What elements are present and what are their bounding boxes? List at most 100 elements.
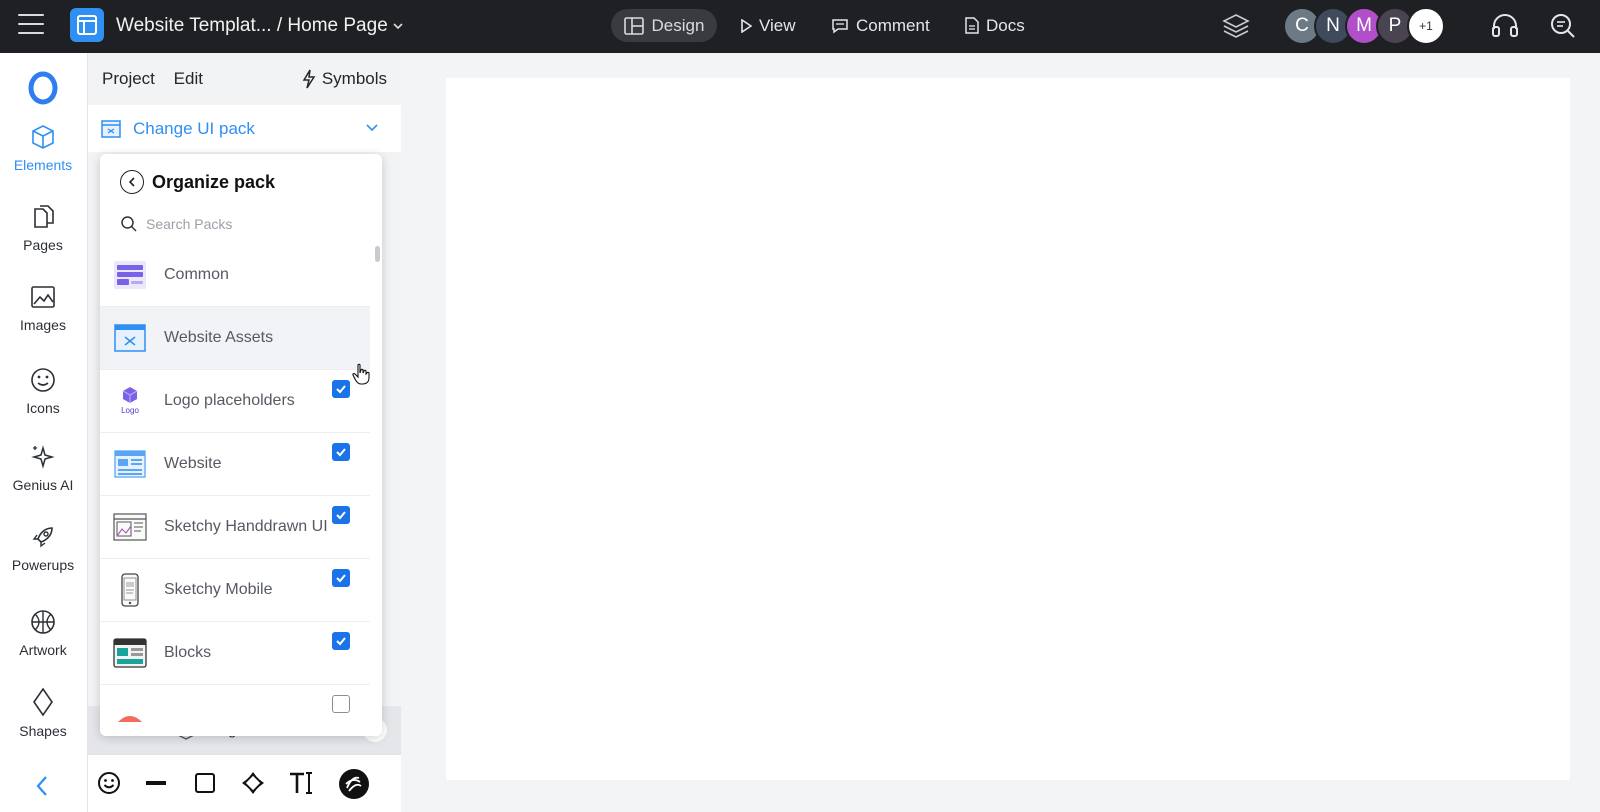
rail-item-artwork[interactable]: Artwork (0, 608, 86, 658)
document-title[interactable]: Website Templat... / Home Page (116, 15, 388, 37)
rail-label: Icons (26, 400, 60, 416)
pack-name: Website Assets (164, 329, 274, 346)
scrollbar[interactable] (375, 246, 380, 262)
rail-label: Shapes (19, 723, 67, 739)
website-assets-pack-icon (114, 324, 146, 352)
collapse-panel-icon[interactable] (32, 773, 54, 804)
more-collaborators-badge[interactable]: +1 (1407, 7, 1445, 45)
chevron-down-icon[interactable] (392, 15, 404, 40)
rectangle-tool-icon[interactable] (192, 770, 218, 801)
rail-item-images[interactable]: Images (0, 283, 86, 333)
view-label: View (759, 15, 796, 35)
rail-label: Pages (23, 237, 63, 253)
rail-label: Genius AI (12, 477, 74, 493)
app-logo[interactable] (70, 8, 104, 42)
pack-search (120, 211, 360, 237)
pack-name: Common (164, 266, 229, 283)
sketch-style-icon[interactable] (338, 768, 370, 805)
pack-checkbox[interactable] (332, 569, 350, 587)
pack-name: Sketchy Handdrawn UI (164, 518, 328, 535)
artboard[interactable] (446, 78, 1570, 780)
check-icon (336, 637, 346, 646)
left-icon-rail: Elements Pages Images Icons Genius AI Po… (0, 53, 88, 812)
menu-icon[interactable] (18, 14, 44, 36)
pack-checkbox[interactable] (332, 632, 350, 650)
rail-item-icons[interactable]: Icons (0, 366, 86, 416)
rail-item-pages[interactable]: Pages (0, 203, 86, 253)
comment-icon (832, 18, 848, 33)
symbols-button[interactable]: Symbols (302, 69, 387, 89)
rail-label: Images (20, 317, 66, 333)
check-icon (336, 511, 346, 520)
headset-icon[interactable] (1490, 12, 1520, 45)
cube-icon (32, 125, 54, 149)
svg-text:Logo: Logo (121, 406, 139, 415)
rail-label: Powerups (11, 557, 75, 573)
move-tool-icon[interactable] (240, 770, 266, 801)
sparkle-icon (31, 445, 55, 469)
comment-button[interactable]: Comment (831, 9, 930, 42)
pack-item-blocks[interactable]: Blocks (100, 622, 370, 685)
smiley-icon (31, 368, 55, 392)
pack-checkbox[interactable] (332, 380, 350, 398)
pack-item-sketchy-handdrawn-ui[interactable]: Sketchy Handdrawn UI (100, 496, 370, 559)
pack-checkbox[interactable] (332, 695, 350, 713)
common-pack-icon (114, 261, 146, 289)
blocks-pack-icon (113, 638, 147, 668)
rail-item-genius-ai[interactable]: Genius AI (0, 443, 86, 493)
ui-pack-icon (101, 119, 121, 138)
design-mode-button[interactable]: Design (611, 9, 717, 42)
change-ui-pack-dropdown[interactable]: Change UI pack (88, 105, 401, 152)
diamond-icon (33, 687, 53, 717)
popover-header: Organize pack (120, 170, 275, 194)
image-icon (31, 286, 55, 308)
chevron-down-icon (366, 124, 378, 132)
pack-item-website-assets[interactable]: Website Assets (100, 307, 370, 370)
view-button[interactable]: View (740, 9, 796, 42)
play-icon (741, 18, 752, 33)
website-pack-icon (114, 450, 146, 478)
ball-icon (31, 610, 55, 634)
line-tool-icon[interactable] (143, 770, 169, 801)
rail-item-elements[interactable]: Elements (0, 123, 86, 173)
partial-pack-icon (118, 716, 142, 722)
sketchy-handdrawn-pack-icon (113, 513, 147, 541)
logo-pack-icon: Logo (121, 387, 139, 415)
pack-checkbox[interactable] (332, 443, 350, 461)
brand-logo-icon (28, 71, 58, 105)
design-label: Design (651, 15, 705, 35)
edit-menu[interactable]: Edit (174, 69, 203, 88)
pack-name: Blocks (164, 644, 212, 661)
sketchy-mobile-pack-icon (121, 573, 139, 607)
search-menu-icon[interactable] (1548, 12, 1578, 45)
check-icon (336, 448, 346, 457)
pack-name: Logo placeholders (164, 392, 295, 409)
text-tool-icon[interactable] (288, 770, 316, 801)
search-icon (121, 216, 137, 232)
pack-checkbox[interactable] (332, 506, 350, 524)
pack-item-logo-placeholders[interactable]: Logo Logo placeholders (100, 370, 370, 433)
quick-tools-bar (88, 754, 401, 812)
docs-button[interactable]: Docs (965, 9, 1025, 42)
change-ui-pack-label: Change UI pack (133, 118, 255, 138)
hand-cursor-icon (352, 363, 370, 390)
rail-label: Elements (13, 157, 73, 173)
pack-item-website[interactable]: Website (100, 433, 370, 496)
rail-item-powerups[interactable]: Powerups (0, 523, 86, 573)
document-icon (965, 17, 979, 34)
layers-icon[interactable] (1222, 13, 1250, 44)
pack-item-partial[interactable] (100, 685, 370, 736)
pages-icon (34, 205, 54, 228)
pack-item-common[interactable]: Common (100, 244, 370, 307)
rail-item-shapes[interactable]: Shapes (0, 687, 86, 739)
emoji-tool-icon[interactable] (96, 770, 122, 801)
symbols-label: Symbols (321, 69, 387, 88)
back-button[interactable] (120, 170, 144, 194)
search-packs-input[interactable] (146, 216, 346, 232)
pack-item-sketchy-mobile[interactable]: Sketchy Mobile (100, 559, 370, 622)
check-icon (336, 574, 346, 583)
layout-icon (623, 16, 644, 35)
organize-pack-popover: Organize pack Common Website Assets Logo… (100, 154, 382, 736)
rocket-icon (32, 527, 53, 548)
project-menu[interactable]: Project (102, 69, 155, 88)
